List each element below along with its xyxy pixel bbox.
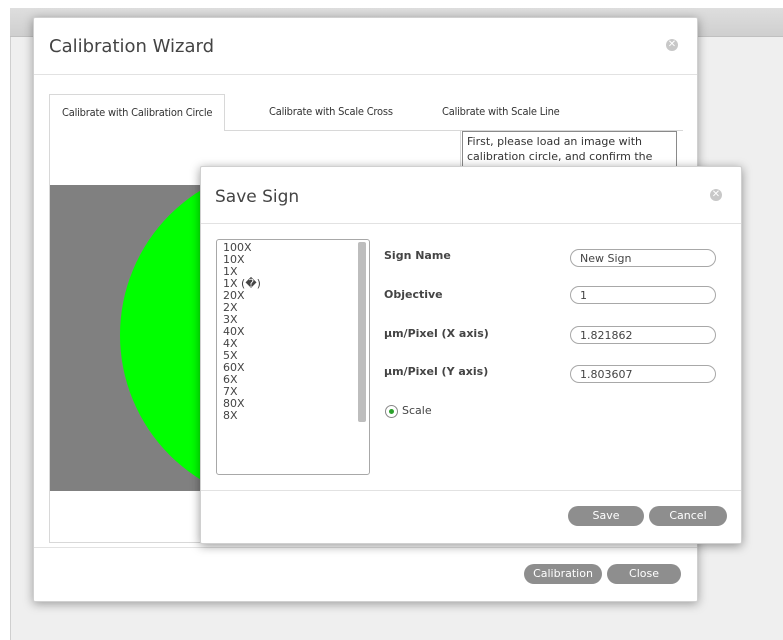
sign-name-input[interactable]: New Sign xyxy=(570,249,716,267)
radio-selected-dot xyxy=(389,409,394,414)
wizard-title: Calibration Wizard xyxy=(49,36,215,57)
sign-listbox[interactable]: 100X 10X 1X 1X (�) 20X 2X 3X 40X 4X 5X 60X 6X 7X 80X 8… xyxy=(216,239,370,475)
objective-input[interactable]: 1 xyxy=(570,286,716,304)
px-y-label: µm/Pixel (Y axis) xyxy=(384,365,489,378)
scrollbar[interactable] xyxy=(358,242,366,422)
sign-name-label: Sign Name xyxy=(384,249,451,262)
divider xyxy=(34,74,697,75)
list-item[interactable]: 10X xyxy=(223,254,369,266)
close-icon[interactable]: ✕ xyxy=(710,189,722,201)
list-item[interactable]: 6X xyxy=(223,374,369,386)
cancel-button[interactable]: Cancel xyxy=(649,506,727,526)
tab-scale-line[interactable]: Calibrate with Scale Line xyxy=(442,94,560,130)
objective-label: Objective xyxy=(384,288,443,301)
scale-radio-label[interactable]: Scale xyxy=(402,404,432,417)
close-icon[interactable]: ✕ xyxy=(666,39,678,51)
tab-scale-cross[interactable]: Calibrate with Scale Cross xyxy=(269,94,393,130)
px-x-input[interactable]: 1.821862 xyxy=(570,326,716,344)
divider xyxy=(34,547,697,548)
calibration-button[interactable]: Calibration xyxy=(524,564,602,584)
wizard-tabs: Calibrate with Calibration Circle Calibr… xyxy=(49,94,683,132)
list-item[interactable]: 40X xyxy=(223,326,369,338)
scale-radio[interactable] xyxy=(385,405,398,418)
divider xyxy=(201,490,741,491)
list-item[interactable]: 4X xyxy=(223,338,369,350)
list-item[interactable]: 60X xyxy=(223,362,369,374)
divider xyxy=(201,223,741,224)
px-y-input[interactable]: 1.803607 xyxy=(570,365,716,383)
sign-list: 100X 10X 1X 1X (�) 20X 2X 3X 40X 4X 5X 60X 6X 7X 80X 8… xyxy=(217,240,369,422)
px-x-label: µm/Pixel (X axis) xyxy=(384,327,489,340)
save-sign-dialog: Save Sign ✕ 100X 10X 1X 1X (�) 20X 2X 3X 40X 4X 5… xyxy=(200,166,742,544)
tab-calibration-circle[interactable]: Calibrate with Calibration Circle xyxy=(49,94,226,132)
list-item[interactable]: 80X xyxy=(223,398,369,410)
save-button[interactable]: Save xyxy=(568,506,644,526)
close-button[interactable]: Close xyxy=(607,564,681,584)
list-item[interactable]: 20X xyxy=(223,290,369,302)
list-item[interactable]: 2X xyxy=(223,302,369,314)
dialog-title: Save Sign xyxy=(215,187,300,207)
list-item[interactable]: 8X xyxy=(223,410,369,422)
